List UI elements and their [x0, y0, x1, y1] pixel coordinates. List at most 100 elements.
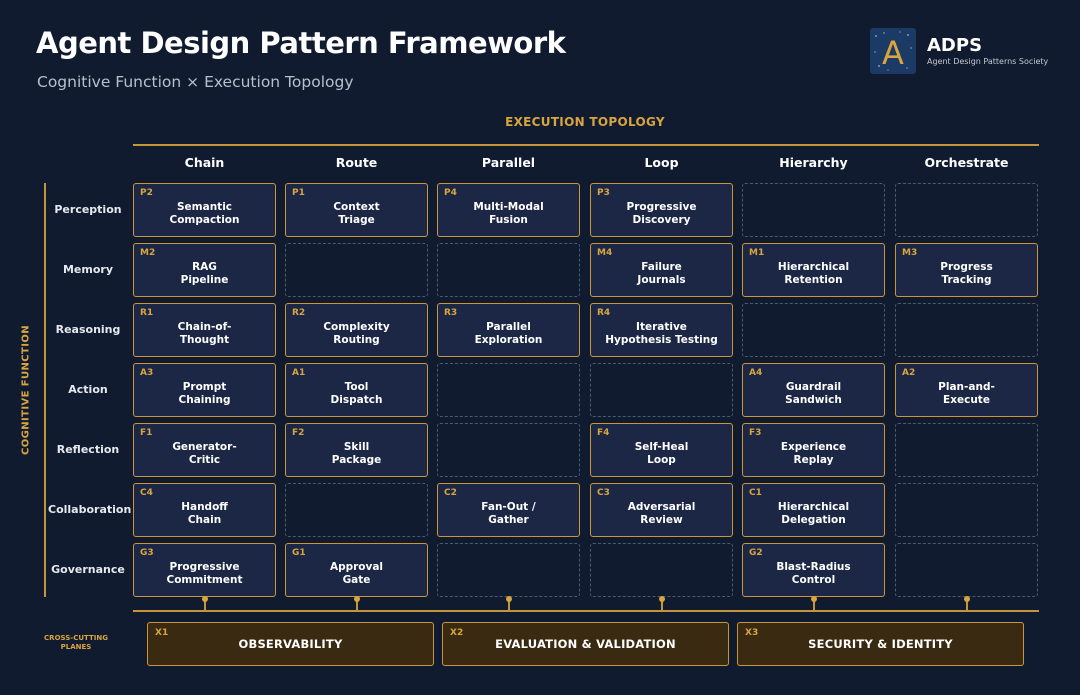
column-header-route: Route: [335, 155, 378, 170]
pattern-card-g2[interactable]: G2 Blast-Radius Control: [742, 543, 885, 597]
plane-name: EVALUATION & VALIDATION: [495, 637, 676, 651]
pattern-name: Failure Journals: [637, 261, 686, 286]
pattern-name: RAG Pipeline: [180, 261, 229, 286]
row-label-perception: Perception: [54, 203, 122, 216]
pattern-card-m3[interactable]: M3 Progress Tracking: [895, 243, 1038, 297]
cross-cutting-bus-line: [133, 610, 1039, 612]
pattern-card-p4[interactable]: P4 Multi-Modal Fusion: [437, 183, 580, 237]
row-label-governance: Governance: [51, 563, 125, 576]
cognitive-function-label: COGNITIVE FUNCTION: [20, 324, 32, 456]
pattern-card-c2[interactable]: C2 Fan-Out / Gather: [437, 483, 580, 537]
pattern-name: Progress Tracking: [940, 261, 993, 286]
pattern-name: Multi-Modal Fusion: [473, 201, 544, 226]
pattern-name: Tool Dispatch: [330, 381, 383, 406]
empty-cell: [895, 183, 1038, 237]
bus-connector-dot: [810, 596, 817, 602]
cross-cutting-label: CROSS-CUTTING PLANES: [44, 634, 108, 651]
pattern-name: Chain-of- Thought: [177, 321, 232, 346]
brand-full-name: Agent Design Patterns Society: [927, 57, 1049, 66]
empty-cell: [437, 363, 580, 417]
bus-connector-dot: [353, 596, 360, 602]
pattern-card-f3[interactable]: F3 Experience Replay: [742, 423, 885, 477]
cognitive-function-axis-line: [44, 183, 46, 597]
pattern-card-p2[interactable]: P2 Semantic Compaction: [133, 183, 276, 237]
pattern-card-f4[interactable]: F4 Self-Heal Loop: [590, 423, 733, 477]
pattern-card-m4[interactable]: M4 Failure Journals: [590, 243, 733, 297]
pattern-name: Skill Package: [331, 441, 382, 466]
pattern-card-p1[interactable]: P1 Context Triage: [285, 183, 428, 237]
pattern-card-r3[interactable]: R3 Parallel Exploration: [437, 303, 580, 357]
empty-cell: [742, 183, 885, 237]
empty-cell: [590, 543, 733, 597]
empty-cell: [437, 243, 580, 297]
bus-connector-dot: [658, 596, 665, 602]
page-title: Agent Design Pattern Framework: [36, 26, 566, 60]
pattern-card-c3[interactable]: C3 Adversarial Review: [590, 483, 733, 537]
pattern-card-m1[interactable]: M1 Hierarchical Retention: [742, 243, 885, 297]
pattern-name: Progressive Commitment: [166, 561, 243, 586]
logo-letter: A: [882, 34, 904, 72]
column-header-loop: Loop: [644, 155, 679, 170]
empty-cell: [895, 543, 1038, 597]
empty-cell: [437, 543, 580, 597]
row-label-reasoning: Reasoning: [55, 323, 121, 336]
row-label-collaboration: Collaboration: [48, 503, 132, 516]
pattern-card-p3[interactable]: P3 Progressive Discovery: [590, 183, 733, 237]
empty-cell: [285, 483, 428, 537]
pattern-card-a2[interactable]: A2 Plan-and- Execute: [895, 363, 1038, 417]
bus-connector-dot: [505, 596, 512, 602]
row-label-action: Action: [68, 383, 108, 396]
pattern-name: Context Triage: [333, 201, 380, 226]
plane-security-identity[interactable]: X3 SECURITY & IDENTITY: [737, 622, 1024, 666]
pattern-card-g3[interactable]: G3 Progressive Commitment: [133, 543, 276, 597]
pattern-name: Self-Heal Loop: [634, 441, 689, 466]
pattern-name: Complexity Routing: [323, 321, 390, 346]
bus-connector-dot: [963, 596, 970, 602]
pattern-name: Hierarchical Retention: [777, 261, 850, 286]
pattern-name: Progressive Discovery: [626, 201, 697, 226]
row-label-memory: Memory: [62, 263, 114, 276]
pattern-card-c1[interactable]: C1 Hierarchical Delegation: [742, 483, 885, 537]
page-subtitle: Cognitive Function × Execution Topology: [37, 73, 354, 91]
pattern-name: Hierarchical Delegation: [777, 501, 850, 526]
bus-connector-dot: [201, 596, 208, 602]
pattern-name: Prompt Chaining: [178, 381, 231, 406]
pattern-card-g1[interactable]: G1 Approval Gate: [285, 543, 428, 597]
pattern-card-m2[interactable]: M2 RAG Pipeline: [133, 243, 276, 297]
execution-topology-axis-line: [133, 144, 1039, 146]
empty-cell: [895, 483, 1038, 537]
pattern-name: Experience Replay: [780, 441, 847, 466]
empty-cell: [742, 303, 885, 357]
pattern-name: Plan-and- Execute: [938, 381, 995, 406]
pattern-card-a3[interactable]: A3 Prompt Chaining: [133, 363, 276, 417]
pattern-name: Generator- Critic: [172, 441, 237, 466]
pattern-card-c4[interactable]: C4 Handoff Chain: [133, 483, 276, 537]
execution-topology-label: EXECUTION TOPOLOGY: [505, 115, 665, 129]
plane-name: OBSERVABILITY: [238, 637, 343, 651]
plane-observability[interactable]: X1 OBSERVABILITY: [147, 622, 434, 666]
pattern-name: Parallel Exploration: [474, 321, 543, 346]
pattern-name: Fan-Out / Gather: [481, 501, 536, 526]
pattern-name: Approval Gate: [329, 561, 384, 586]
empty-cell: [437, 423, 580, 477]
row-label-reflection: Reflection: [56, 443, 120, 456]
column-header-parallel: Parallel: [481, 155, 536, 170]
pattern-card-r1[interactable]: R1 Chain-of- Thought: [133, 303, 276, 357]
brand-name: ADPS: [927, 35, 983, 56]
pattern-name: Iterative Hypothesis Testing: [605, 321, 718, 346]
empty-cell: [285, 243, 428, 297]
letter-a-constellation-icon: A: [870, 28, 916, 74]
column-header-chain: Chain: [184, 155, 225, 170]
plane-evaluation-validation[interactable]: X2 EVALUATION & VALIDATION: [442, 622, 729, 666]
pattern-name: Handoff Chain: [181, 501, 228, 526]
column-header-hierarchy: Hierarchy: [779, 155, 848, 170]
pattern-card-a4[interactable]: A4 Guardrail Sandwich: [742, 363, 885, 417]
empty-cell: [895, 423, 1038, 477]
pattern-name: Semantic Compaction: [169, 201, 240, 226]
pattern-card-a1[interactable]: A1 Tool Dispatch: [285, 363, 428, 417]
empty-cell: [590, 363, 733, 417]
pattern-card-r4[interactable]: R4 Iterative Hypothesis Testing: [590, 303, 733, 357]
pattern-card-f1[interactable]: F1 Generator- Critic: [133, 423, 276, 477]
pattern-card-f2[interactable]: F2 Skill Package: [285, 423, 428, 477]
pattern-card-r2[interactable]: R2 Complexity Routing: [285, 303, 428, 357]
